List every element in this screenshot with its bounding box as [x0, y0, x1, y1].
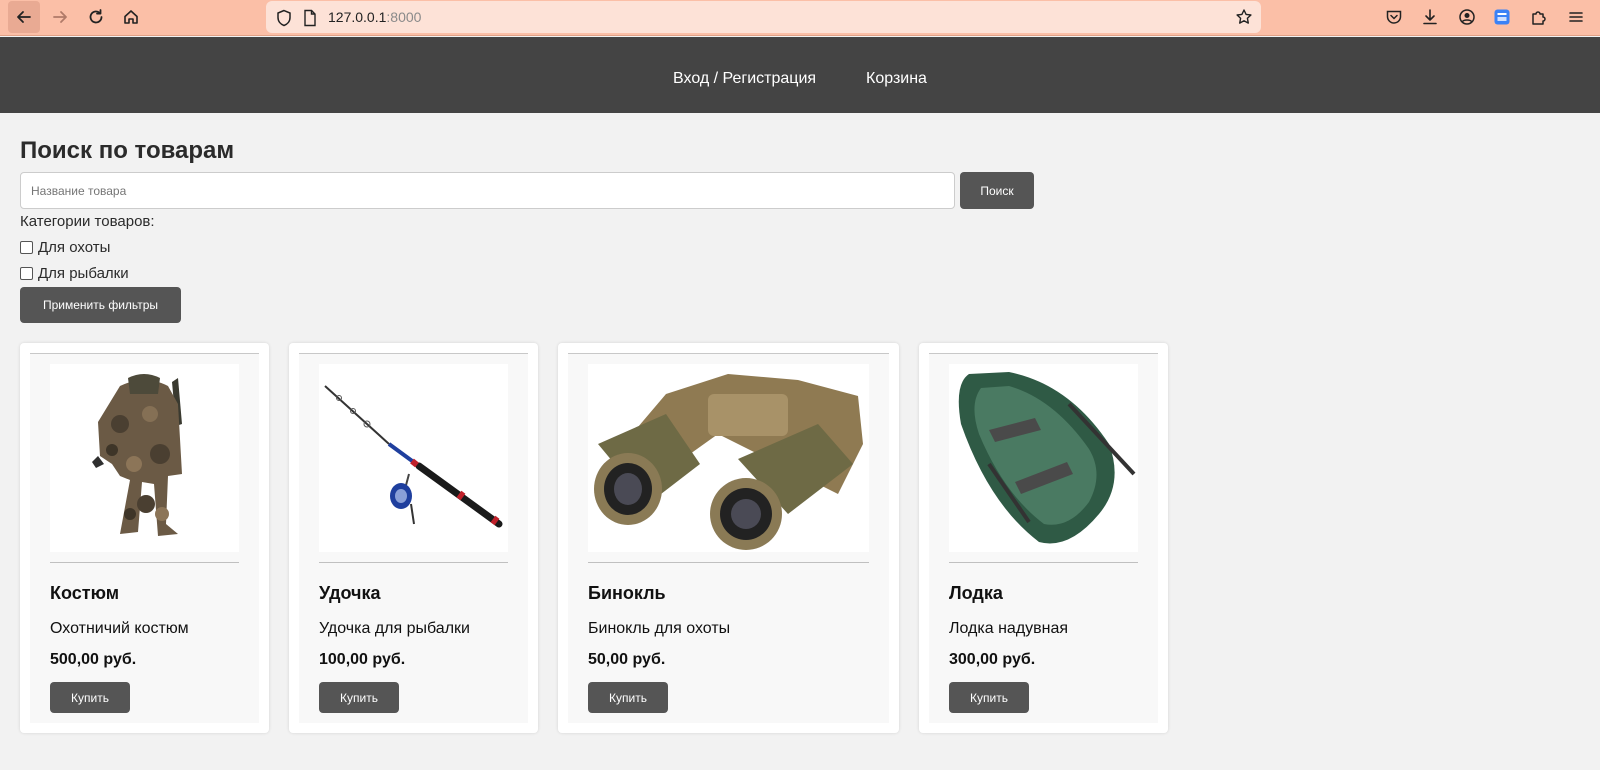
- product-name: Лодка: [949, 583, 1003, 603]
- product-card-body: Удочка Удочка для рыбалки 100,00 руб. Ку…: [299, 353, 528, 723]
- product-name: Бинокль: [588, 583, 666, 603]
- category-hunting-label: Для охоты: [38, 239, 111, 256]
- home-button[interactable]: [115, 1, 147, 33]
- product-card: Бинокль Бинокль для охоты 50,00 руб. Куп…: [558, 343, 899, 733]
- url-host: 127.0.0.1: [328, 9, 387, 25]
- product-card: Удочка Удочка для рыбалки 100,00 руб. Ку…: [289, 343, 538, 733]
- reload-icon: [89, 9, 103, 24]
- pocket-icon: [1386, 10, 1402, 24]
- buy-button[interactable]: Купить: [949, 682, 1029, 713]
- product-price: 500,00 руб.: [50, 651, 137, 668]
- product-card-body: Лодка Лодка надувная 300,00 руб. Купить: [929, 353, 1158, 723]
- inflatable-boat-illustration: [949, 364, 1138, 552]
- product-description: Лодка надувная: [949, 620, 1069, 637]
- arrow-right-icon: [53, 11, 67, 23]
- search-title: Поиск по товарам: [20, 137, 235, 164]
- card-divider: [588, 562, 869, 563]
- product-price: 50,00 руб.: [588, 651, 666, 668]
- puzzle-icon: [1532, 11, 1546, 25]
- bookmark-star-icon[interactable]: [1235, 8, 1253, 26]
- cart-link[interactable]: Корзина: [866, 70, 927, 88]
- product-description: Удочка для рыбалки: [319, 620, 470, 637]
- inflatable-boat-image: [949, 364, 1138, 552]
- product-card-body: Костюм Охотничий костюм 500,00 руб. Купи…: [30, 353, 259, 723]
- url-text: 127.0.0.1:8000: [328, 9, 421, 25]
- downloads-button[interactable]: [1420, 7, 1440, 27]
- category-fishing-checkbox[interactable]: [20, 267, 33, 280]
- download-icon: [1423, 9, 1437, 25]
- forward-button[interactable]: [44, 1, 76, 33]
- hunting-suit-image: [50, 364, 239, 552]
- binoculars-illustration: [588, 364, 869, 552]
- account-icon: [1459, 9, 1475, 25]
- product-price: 300,00 руб.: [949, 651, 1036, 668]
- back-button[interactable]: [8, 1, 40, 33]
- account-button[interactable]: [1457, 7, 1477, 27]
- card-divider: [319, 562, 508, 563]
- url-port: :8000: [386, 9, 422, 25]
- site-header: Вход / Регистрация Корзина: [0, 37, 1600, 113]
- buy-button[interactable]: Купить: [50, 682, 130, 713]
- buy-button[interactable]: Купить: [588, 682, 668, 713]
- menu-button[interactable]: [1566, 7, 1586, 27]
- product-description: Охотничий костюм: [50, 620, 189, 637]
- page-icon: [304, 9, 316, 27]
- extension-badge-icon: [1494, 9, 1510, 25]
- extension-button[interactable]: [1492, 7, 1512, 27]
- hunting-suit-illustration: [50, 364, 239, 552]
- product-price: 100,00 руб.: [319, 651, 406, 668]
- search-button[interactable]: Поиск: [960, 172, 1034, 209]
- pocket-button[interactable]: [1384, 7, 1404, 27]
- card-divider: [949, 562, 1138, 563]
- shield-icon[interactable]: [276, 9, 292, 27]
- apply-filters-button[interactable]: Применить фильтры: [20, 287, 181, 323]
- buy-button[interactable]: Купить: [319, 682, 399, 713]
- category-fishing-label: Для рыбалки: [38, 265, 129, 282]
- arrow-left-icon: [17, 11, 31, 23]
- hamburger-menu-icon: [1569, 12, 1583, 22]
- category-hunting[interactable]: Для охоты: [20, 239, 110, 256]
- product-name: Удочка: [319, 583, 381, 603]
- product-name: Костюм: [50, 583, 120, 603]
- product-card: Лодка Лодка надувная 300,00 руб. Купить: [919, 343, 1168, 733]
- category-fishing[interactable]: Для рыбалки: [20, 265, 129, 282]
- category-hunting-checkbox[interactable]: [20, 241, 33, 254]
- reload-button[interactable]: [80, 1, 112, 33]
- fishing-rod-image: [319, 364, 508, 552]
- card-divider: [50, 562, 239, 563]
- home-icon: [124, 10, 138, 24]
- browser-toolbar: 127.0.0.1:8000: [0, 0, 1600, 36]
- fishing-rod-illustration: [319, 364, 508, 552]
- product-card-body: Бинокль Бинокль для охоты 50,00 руб. Куп…: [568, 353, 889, 723]
- login-register-link[interactable]: Вход / Регистрация: [673, 70, 816, 88]
- categories-label: Категории товаров:: [20, 213, 155, 230]
- product-card: Костюм Охотничий костюм 500,00 руб. Купи…: [20, 343, 269, 733]
- product-description: Бинокль для охоты: [588, 620, 731, 637]
- search-input[interactable]: [20, 172, 955, 209]
- extensions-button[interactable]: [1529, 7, 1549, 27]
- address-bar[interactable]: 127.0.0.1:8000: [266, 1, 1261, 33]
- binoculars-image: [588, 364, 869, 552]
